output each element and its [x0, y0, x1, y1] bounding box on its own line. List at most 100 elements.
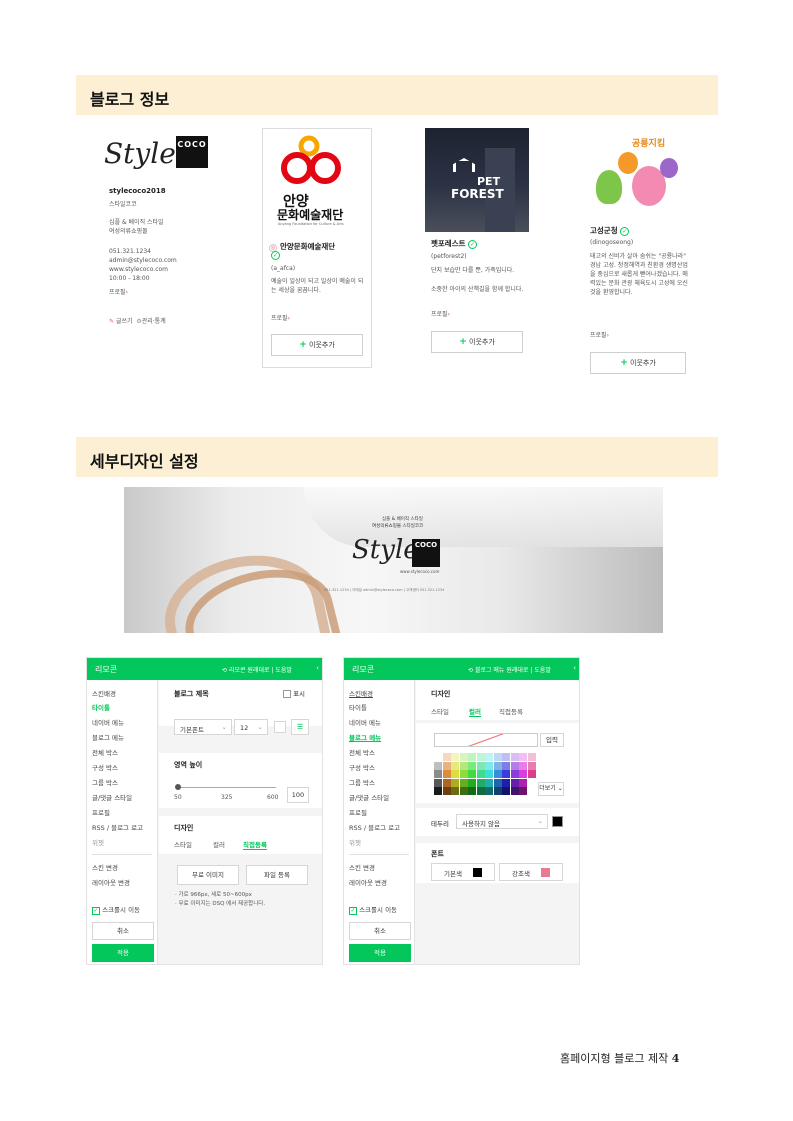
profile-link[interactable]: 프로필› [590, 331, 609, 340]
palette-swatch[interactable] [451, 787, 459, 795]
palette-swatch[interactable] [493, 778, 502, 787]
menu-item[interactable]: 그룹 박스 [92, 777, 118, 787]
menu-item[interactable]: 전체 박스 [349, 747, 375, 757]
palette-swatch[interactable] [468, 761, 476, 770]
tab-direct-register[interactable]: 직접등록 [243, 839, 267, 850]
collapse-icon[interactable]: ‹ [316, 664, 319, 672]
palette-swatch[interactable] [434, 753, 442, 761]
palette-swatch[interactable] [459, 761, 468, 770]
menu-item[interactable]: 블로그 메뉴 [92, 732, 124, 742]
palette-swatch[interactable] [468, 770, 476, 778]
palette-swatch[interactable] [510, 778, 519, 787]
palette-swatch[interactable] [442, 770, 451, 778]
more-colors-button[interactable]: 더보기 ⌄ [538, 782, 564, 796]
tab-style[interactable]: 스타일 [431, 706, 449, 716]
palette-swatch[interactable] [468, 778, 476, 787]
profile-link[interactable]: 프로필› [109, 288, 128, 297]
palette-swatch[interactable] [493, 770, 502, 778]
palette-swatch[interactable] [434, 778, 442, 787]
file-register-button[interactable]: 파일 등록 [246, 865, 308, 885]
tab-direct-register[interactable]: 직접등록 [499, 706, 523, 716]
palette-swatch[interactable] [451, 753, 459, 761]
palette-swatch[interactable] [485, 753, 493, 761]
menu-item-active[interactable]: 블로그 메뉴 [349, 732, 381, 742]
palette-swatch[interactable] [468, 787, 476, 795]
align-button[interactable]: ☰ [291, 719, 309, 735]
font-family-select[interactable]: 기본폰트 ⌄ [174, 719, 232, 735]
palette-swatch[interactable] [476, 787, 485, 795]
palette-swatch[interactable] [502, 761, 510, 770]
palette-swatch[interactable] [451, 761, 459, 770]
palette-swatch[interactable] [459, 778, 468, 787]
palette-swatch[interactable] [476, 761, 485, 770]
palette-swatch[interactable] [451, 778, 459, 787]
cancel-button[interactable]: 취소 [349, 922, 411, 940]
palette-swatch[interactable] [502, 778, 510, 787]
palette-swatch[interactable] [519, 753, 527, 761]
palette-swatch[interactable] [476, 778, 485, 787]
layout-change-link[interactable]: 레이아웃 변경 [349, 877, 387, 887]
menu-item[interactable]: 그룹 박스 [349, 777, 375, 787]
palette-swatch[interactable] [527, 753, 536, 761]
palette-swatch[interactable] [459, 770, 468, 778]
palette-swatch[interactable] [485, 778, 493, 787]
palette-swatch[interactable] [493, 753, 502, 761]
palette-swatch[interactable] [485, 761, 493, 770]
show-checkbox[interactable]: 표시 [283, 688, 305, 698]
tab-style[interactable]: 스타일 [174, 839, 192, 849]
palette-swatch[interactable] [502, 753, 510, 761]
collapse-icon[interactable]: ‹ [573, 664, 576, 672]
add-neighbor-button[interactable]: + 이웃추가 [271, 334, 363, 356]
color-preview-bar[interactable] [434, 733, 538, 747]
palette-swatch[interactable] [527, 761, 536, 770]
scroll-follow-checkbox[interactable]: ✓ 스크롤시 이동 [349, 904, 397, 915]
basic-color-button[interactable]: 기본색 [431, 863, 495, 881]
height-slider-track[interactable] [176, 787, 276, 788]
palette-swatch[interactable] [434, 770, 442, 778]
profile-link[interactable]: 프로필› [431, 310, 450, 319]
palette-swatch[interactable] [485, 770, 493, 778]
font-size-select[interactable]: 12 ⌄ [234, 719, 268, 735]
border-select[interactable]: 사용하지 않음 ⌄ [456, 814, 548, 829]
menu-item[interactable]: 스킨배경 [92, 688, 116, 698]
skin-change-link[interactable]: 스킨 변경 [349, 862, 375, 872]
palette-swatch[interactable] [442, 753, 451, 761]
layout-change-link[interactable]: 레이아웃 변경 [92, 877, 130, 887]
palette-swatch[interactable] [434, 761, 442, 770]
palette-swatch[interactable] [502, 770, 510, 778]
menu-item[interactable]: RSS / 블로그 로고 [92, 822, 143, 832]
menu-item[interactable]: 구성 박스 [92, 762, 118, 772]
profile-link[interactable]: 프로필› [271, 314, 290, 323]
menu-item[interactable]: 프로필 [92, 807, 110, 817]
menu-item[interactable]: 위젯 [349, 837, 361, 847]
menu-item[interactable]: 타이틀 [349, 702, 367, 712]
add-neighbor-button[interactable]: + 이웃추가 [590, 352, 686, 374]
menu-item[interactable]: 네이버 메뉴 [92, 717, 124, 727]
palette-swatch[interactable] [485, 787, 493, 795]
palette-swatch[interactable] [502, 787, 510, 795]
palette-swatch[interactable] [459, 787, 468, 795]
font-color-picker[interactable] [274, 721, 286, 733]
menu-item[interactable]: 전체 박스 [92, 747, 118, 757]
palette-swatch[interactable] [519, 761, 527, 770]
tab-color[interactable]: 컬러 [469, 706, 481, 717]
tab-color[interactable]: 컬러 [213, 839, 225, 849]
manage-link[interactable]: 관리·통계 [142, 318, 166, 325]
palette-swatch[interactable] [442, 778, 451, 787]
menu-item[interactable]: 네이버 메뉴 [349, 717, 381, 727]
palette-swatch[interactable] [476, 770, 485, 778]
palette-swatch[interactable] [493, 787, 502, 795]
palette-swatch[interactable] [442, 787, 451, 795]
menu-item[interactable]: 글/댓글 스타일 [349, 792, 389, 802]
free-image-button[interactable]: 무료 이미지 [177, 865, 239, 885]
color-input-button[interactable]: 입력 [540, 733, 564, 747]
apply-button[interactable]: 적용 [349, 944, 411, 962]
palette-swatch[interactable] [510, 770, 519, 778]
palette-swatch[interactable] [519, 787, 527, 795]
palette-swatch[interactable] [493, 761, 502, 770]
palette-swatch[interactable] [451, 770, 459, 778]
skin-change-link[interactable]: 스킨 변경 [92, 862, 118, 872]
palette-swatch[interactable] [527, 770, 536, 778]
accent-color-button[interactable]: 강조색 [499, 863, 563, 881]
palette-swatch[interactable] [510, 761, 519, 770]
